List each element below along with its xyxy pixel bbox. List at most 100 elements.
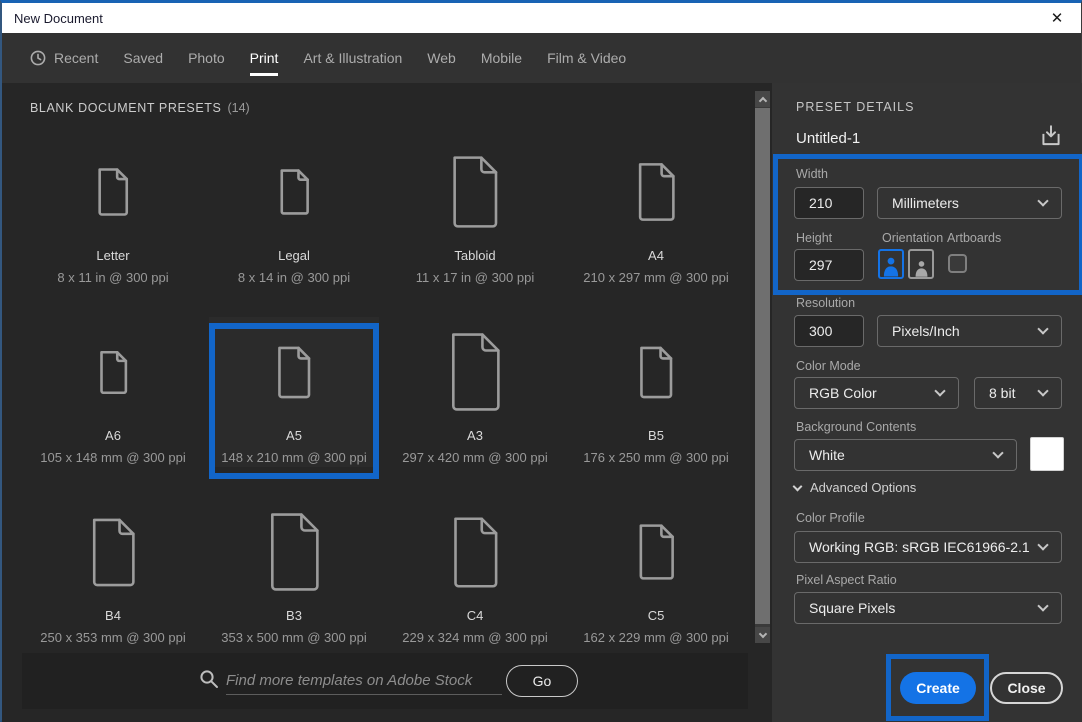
tab-recent[interactable]: Recent xyxy=(30,33,98,83)
unit-select[interactable]: Millimeters xyxy=(877,187,1062,219)
preset-dimensions: 176 x 250 mm @ 300 ppi xyxy=(583,450,729,465)
tab-label: Mobile xyxy=(480,50,523,66)
tab-mobile[interactable]: Mobile xyxy=(481,33,522,83)
height-input[interactable] xyxy=(794,249,864,281)
tab-art-illustration[interactable]: Art & Illustration xyxy=(303,33,402,83)
color-profile-select[interactable]: Working RGB: sRGB IEC61966-2.1 xyxy=(794,531,1062,563)
preset-tile-legal[interactable]: Legal 8 x 14 in @ 300 ppi xyxy=(209,137,379,287)
preset-details-header: PRESET DETAILS xyxy=(796,100,915,114)
document-name[interactable]: Untitled-1 xyxy=(796,130,860,147)
pixel-aspect-ratio-value: Square Pixels xyxy=(809,600,896,616)
preset-icon-area xyxy=(571,317,741,427)
scrollbar-thumb[interactable] xyxy=(755,108,770,624)
document-file-icon xyxy=(447,148,503,236)
new-document-dialog: New Document ✕ Recent Saved Photo Print Art … xyxy=(0,0,1082,722)
preset-dimensions: 250 x 353 mm @ 300 ppi xyxy=(40,630,186,645)
preset-tile-b4[interactable]: B4 250 x 353 mm @ 300 ppi xyxy=(28,497,198,647)
close-button[interactable]: Close xyxy=(990,672,1063,704)
tab-photo[interactable]: Photo xyxy=(188,33,225,83)
chevron-down-icon xyxy=(1037,195,1049,207)
bit-depth-select[interactable]: 8 bit xyxy=(974,377,1062,409)
preset-name: B3 xyxy=(286,608,302,623)
advanced-options-toggle[interactable]: Advanced Options xyxy=(792,480,917,495)
background-color-swatch[interactable] xyxy=(1030,437,1064,471)
landscape-orientation-button[interactable] xyxy=(908,249,934,279)
advanced-options-label: Advanced Options xyxy=(810,480,917,495)
preset-name: B4 xyxy=(105,608,121,623)
tab-label: Recent xyxy=(54,50,99,66)
save-preset-button[interactable] xyxy=(1036,122,1066,152)
color-profile-value: Working RGB: sRGB IEC61966-2.1 xyxy=(809,539,1030,555)
preset-icon-area xyxy=(571,497,741,607)
tab-label: Saved xyxy=(123,50,164,66)
preset-tile-letter[interactable]: Letter 8 x 11 in @ 300 ppi xyxy=(28,137,198,287)
preset-tile-a5[interactable]: A5 148 x 210 mm @ 300 ppi xyxy=(209,317,379,479)
background-contents-select[interactable]: White xyxy=(794,439,1017,471)
unit-value: Millimeters xyxy=(892,195,959,211)
color-mode-select[interactable]: RGB Color xyxy=(794,377,959,409)
chevron-down-icon xyxy=(1037,323,1049,335)
preset-tile-b3[interactable]: B3 353 x 500 mm @ 300 ppi xyxy=(209,497,379,647)
preset-tile-tabloid[interactable]: Tabloid 11 x 17 in @ 300 ppi xyxy=(390,137,560,287)
search-input[interactable] xyxy=(226,667,502,695)
pixel-aspect-ratio-select[interactable]: Square Pixels xyxy=(794,592,1062,624)
scroll-down-button[interactable] xyxy=(755,627,770,643)
tab-label: Film & Video xyxy=(547,50,627,66)
title-bar: New Document ✕ xyxy=(2,3,1081,33)
tab-web[interactable]: Web xyxy=(427,33,456,83)
tab-film-video[interactable]: Film & Video xyxy=(547,33,626,83)
preset-dimensions: 297 x 420 mm @ 300 ppi xyxy=(402,450,548,465)
preset-name: A6 xyxy=(105,428,121,443)
scroll-up-button[interactable] xyxy=(755,91,770,107)
preset-tile-a4[interactable]: A4 210 x 297 mm @ 300 ppi xyxy=(571,137,741,287)
section-title: BLANK DOCUMENT PRESETS (14) xyxy=(30,101,250,115)
document-file-icon xyxy=(634,161,679,223)
chevron-down-icon xyxy=(934,385,946,397)
create-button[interactable]: Create xyxy=(900,672,976,704)
preset-icon-area xyxy=(28,137,198,247)
document-file-icon xyxy=(448,514,503,591)
chevron-down-icon xyxy=(1037,600,1049,612)
search-icon xyxy=(200,670,218,688)
preset-tile-c4[interactable]: C4 229 x 324 mm @ 300 ppi xyxy=(390,497,560,647)
tab-label: Art & Illustration xyxy=(303,50,403,66)
preset-icon-area xyxy=(209,317,379,427)
preset-tile-b5[interactable]: B5 176 x 250 mm @ 300 ppi xyxy=(571,317,741,467)
artboards-label: Artboards xyxy=(947,231,1002,245)
document-file-icon xyxy=(97,348,130,397)
chevron-down-icon xyxy=(792,481,803,491)
tab-bar: Recent Saved Photo Print Art & Illustration W… xyxy=(2,33,1081,83)
resolution-unit-value: Pixels/Inch xyxy=(892,323,960,339)
document-file-icon xyxy=(87,515,140,590)
portrait-person-icon xyxy=(883,257,899,277)
width-label: Width xyxy=(796,167,828,181)
artboards-checkbox[interactable] xyxy=(948,254,967,273)
preset-dimensions: 162 x 229 mm @ 300 ppi xyxy=(583,630,729,645)
preset-tile-a3[interactable]: A3 297 x 420 mm @ 300 ppi xyxy=(390,317,560,467)
scrollbar[interactable] xyxy=(755,91,770,643)
preset-icon-area xyxy=(209,497,379,607)
tab-label: Photo xyxy=(188,50,225,66)
document-file-icon xyxy=(94,167,132,217)
go-button[interactable]: Go xyxy=(506,665,578,697)
adobe-stock-search-bar: Go xyxy=(22,653,748,709)
preset-name: Letter xyxy=(96,248,130,263)
preset-name: Tabloid xyxy=(454,248,496,263)
width-input[interactable] xyxy=(794,187,864,219)
portrait-orientation-button[interactable] xyxy=(878,249,904,279)
landscape-person-icon xyxy=(915,261,927,277)
preset-tile-c5[interactable]: C5 162 x 229 mm @ 300 ppi xyxy=(571,497,741,647)
preset-icon-area xyxy=(571,137,741,247)
tab-saved[interactable]: Saved xyxy=(123,33,163,83)
window-close-button[interactable]: ✕ xyxy=(1043,3,1071,33)
preset-tile-a6[interactable]: A6 105 x 148 mm @ 300 ppi xyxy=(28,317,198,467)
bit-depth-value: 8 bit xyxy=(989,385,1016,401)
resolution-input[interactable] xyxy=(794,315,864,347)
document-file-icon xyxy=(636,345,676,400)
chevron-down-icon xyxy=(1037,385,1049,397)
chevron-up-icon xyxy=(758,96,767,105)
chevron-down-icon xyxy=(1037,539,1049,551)
tab-print[interactable]: Print xyxy=(249,33,278,83)
resolution-unit-select[interactable]: Pixels/Inch xyxy=(877,315,1062,347)
preset-dimensions: 8 x 11 in @ 300 ppi xyxy=(57,270,169,285)
